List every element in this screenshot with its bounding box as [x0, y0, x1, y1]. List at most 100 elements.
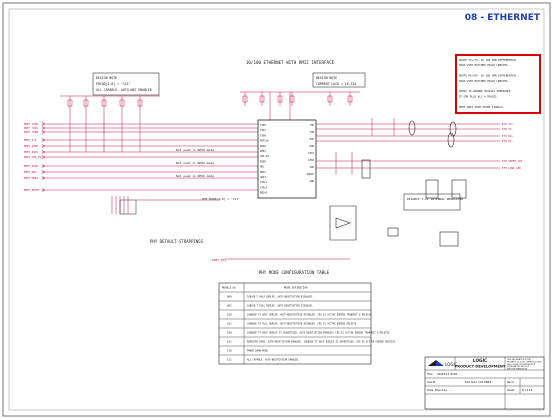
mode-table-cell: 101: [227, 340, 232, 344]
mode-table-cell: 011: [227, 322, 232, 326]
mode-table-cell: 110: [227, 349, 232, 353]
part-number-value: 1013882: [478, 380, 491, 384]
resistor: [101, 96, 107, 110]
design-note-left-line-3: ALL CAPABLE, AUTO-NEG ENABLED: [96, 88, 152, 92]
design-note-left: DESIGN NOTE PHYAD[4:0] = "111" ALL CAPAB…: [92, 72, 160, 96]
not-used-notes: Not used in RMII mode Not used in RMII m…: [176, 148, 240, 201]
sheet-value: 8 of 14: [522, 388, 533, 392]
department-name: PRODUCT DEVELOPMENT: [455, 365, 506, 369]
routing-note-line: TO GND PLUS ALL 4 TRACES.: [459, 94, 498, 98]
title-value: AM3517 SOM: [437, 372, 457, 376]
resistor: [327, 92, 333, 106]
phy-right-pin: TXN: [310, 131, 315, 134]
phy-right-pin: LED2: [308, 159, 314, 162]
sheet-label: Sheet: [507, 388, 515, 392]
right-signal-label: ETH_RX+: [502, 134, 513, 138]
date-value: Monday, ...: [435, 388, 452, 392]
left-signal-label: ENET_RXD0: [24, 144, 38, 148]
left-signal-label: ENET_RXD1: [24, 150, 38, 154]
left-signal-label: ENET_RXER: [24, 164, 38, 168]
mode-table-cell: 000: [227, 295, 232, 299]
not-used-note-3: Not used in RMII mode: [176, 174, 214, 178]
top-components: [60, 91, 360, 120]
phy-left-pin: TXD0: [260, 124, 266, 127]
regulator-note: DISABLE 1.2V INTERNAL REGULATOR: [403, 193, 463, 211]
resistor: [277, 92, 283, 106]
mode-table-cell: REPEATER MODE. AUTO-NEGOTIATION ENABLED.…: [247, 341, 396, 344]
left-signal-group: ENET_TXD0ENET_TXD1ENET_TXEN ENET_CLK ENET_…: [24, 110, 258, 192]
right-signal-label: ETH_TX+: [502, 122, 513, 126]
phy-left-pin: nRST: [260, 176, 266, 179]
phy-right-pin: TXP: [310, 124, 315, 127]
phy-right-pin: RXP: [310, 138, 315, 141]
phy-left-pin: XTAL1: [260, 181, 268, 184]
reset-label: ENET_RST: [212, 258, 227, 262]
mode-table-cell: 001: [227, 304, 232, 308]
phy-mode-note: PHY MODE[2:0] = "111": [202, 197, 240, 201]
not-used-note-2: Not used in RMII mode: [176, 161, 214, 165]
title-block-notice-line: WRITTEN PERMISSION.: [507, 369, 528, 371]
phy-left-pin: TXEN: [260, 134, 266, 137]
phy-left-pin: MDC: [260, 166, 265, 169]
resistor: [67, 96, 73, 110]
resistor: [259, 92, 265, 106]
right-signal-label: ETH_TX-: [502, 127, 513, 131]
mode-table-header: MODE[2:0]: [222, 286, 236, 290]
routing-note-line: PAIRS TO GROUND CHASSIS IMPEDANCE: [459, 89, 511, 93]
left-signal-label: ENET_TXD0: [24, 122, 38, 126]
strapping-label: PHY DEFAULT STRAPPINGS: [150, 239, 204, 244]
date-label: Date: [427, 388, 434, 392]
resistor: [289, 92, 295, 106]
mode-table-cell: 100BASE-TX HALF DUPLEX. AUTO-NEGOTIATION…: [247, 314, 373, 317]
resistor: [242, 92, 248, 106]
mode-table-header: MODE DEFINITION: [284, 286, 308, 290]
regulator-note-text: DISABLE 1.2V INTERNAL REGULATOR: [407, 197, 463, 201]
phy-left-pin: RXER: [260, 160, 266, 163]
right-signal-group: ETH_TX+ETH_TX- ETH_RX+ETH_RX- ETH_SPEED_LE…: [316, 118, 523, 175]
routing-note-line: ROUTE RX+/RX- AS 100 OHM DIFFERENTIAL: [459, 74, 517, 78]
mode-table-cell: 10BASE-T FULL DUPLEX. AUTO-NEGOTIATION D…: [247, 305, 313, 308]
resistor: [119, 96, 125, 110]
not-used-note-1: Not used in RMII mode: [176, 148, 214, 152]
mode-config-table: PHY MODE CONFIGURATION TABLE MODE[2:0] MO…: [218, 270, 396, 365]
sheet-title: 08 - ETHERNET: [465, 13, 541, 23]
left-signal-label: ENET_MDIO: [24, 176, 38, 180]
mode-table-cell: 100BASE-TX HALF DUPLEX IS ADVERTISED. AU…: [247, 332, 391, 335]
mode-table-cell: 010: [227, 313, 232, 317]
mode-table-cell: 100BASE-TX FULL DUPLEX. AUTO-NEGOTIATION…: [247, 323, 358, 326]
resistor: [137, 96, 143, 110]
routing-note-line: ROUTE TX+/TX- AS 100 OHM DIFFERENTIAL: [459, 58, 517, 62]
right-signal-label: ETH_RX-: [502, 139, 513, 143]
phy-left-pin: CRS_DV: [260, 155, 269, 158]
size-value: B: [433, 380, 435, 384]
right-signal-label: ETH_SPEED_LED: [502, 159, 523, 163]
right-signal-label: ETH_LINK_LED: [502, 166, 521, 170]
left-signal-label: ENET_TXD1: [24, 126, 38, 130]
company-name: LOGIC: [473, 358, 487, 363]
mode-table-cell: 100: [227, 331, 232, 335]
phy-right-pin: GND: [310, 180, 315, 183]
phy-left-pin: MDIO: [260, 171, 266, 174]
mode-table-cell: POWER DOWN MODE.: [247, 350, 269, 353]
schematic-title: 10/100 ETHERNET WITH RMII INTERFACE: [246, 60, 335, 65]
schematic-sheet: 08 - ETHERNET 10/100 ETHERNET WITH RMII …: [0, 0, 553, 419]
size-label: Size: [427, 380, 433, 384]
diff-pair-markers: [408, 120, 457, 148]
title-label: Title: [427, 372, 433, 376]
phy-right-pin: RXN: [310, 145, 315, 148]
routing-note-box: ROUTE TX+/TX- AS 100 OHM DIFFERENTIAL PAI…: [455, 54, 541, 114]
phy-left-pin: RXD0: [260, 145, 266, 148]
phy-right-pin: VDD: [310, 166, 315, 169]
phy-left-pin: REFCLK: [260, 140, 269, 143]
left-signal-label: ENET_TXEN: [24, 130, 38, 134]
left-signal-label: ENET_MDC: [24, 170, 37, 174]
title-block: LOGIC LOGIC PRODUCT DEVELOPMENT THIS INF…: [424, 356, 545, 410]
mode-table-cell: 10BASE-T HALF DUPLEX. AUTO-NEGOTIATION D…: [247, 296, 313, 299]
design-note-middle: DESIGN NOTE CURRENT LOCK = 16.32A: [312, 72, 366, 88]
design-note-middle-line-1: DESIGN NOTE: [316, 76, 337, 80]
part-number-label: Part Num: [465, 380, 478, 384]
routing-note-line: PAIR WITH MATCHED TRACE LENGTHS.: [459, 79, 509, 83]
phy-left-pin: RBIAS: [260, 192, 268, 195]
reset-line: ENET_RST: [212, 231, 459, 262]
phy-right-pin: VDDIO: [307, 173, 315, 176]
